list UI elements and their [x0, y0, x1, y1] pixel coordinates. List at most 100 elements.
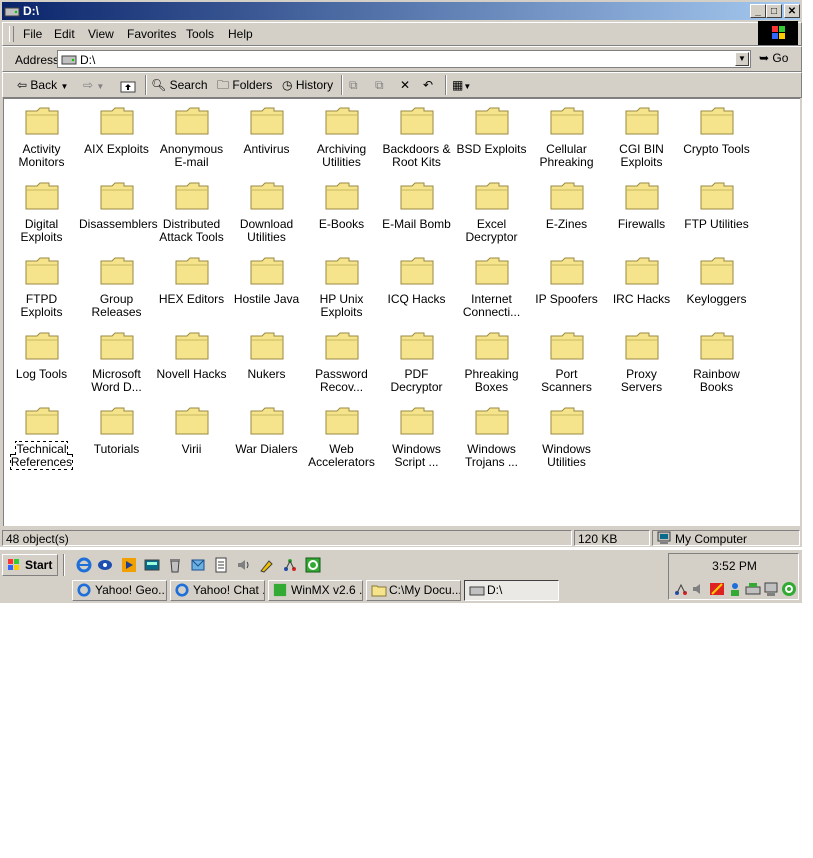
views-button[interactable]: ▦▼	[452, 76, 471, 94]
folder-item[interactable]: HEX Editors	[154, 251, 229, 321]
winmx-tray-icon[interactable]	[781, 581, 797, 597]
history-button[interactable]: ◷ History	[282, 76, 333, 94]
folder-label: War Dialers	[235, 442, 298, 456]
folder-item[interactable]: Windows Utilities	[529, 401, 604, 471]
folder-item[interactable]: IP Spoofers	[529, 251, 604, 321]
folder-item[interactable]: Log Tools	[4, 326, 79, 396]
maximize-button[interactable]: □	[766, 4, 782, 18]
calculator-icon[interactable]	[144, 557, 160, 573]
menu-tools[interactable]: Tools	[186, 27, 214, 41]
folder-item[interactable]: War Dialers	[229, 401, 304, 471]
minimize-button[interactable]: _	[750, 4, 766, 18]
folder-item[interactable]: Hostile Java	[229, 251, 304, 321]
folder-item[interactable]: FTP Utilities	[679, 176, 754, 246]
go-button[interactable]: ➥ Go	[759, 51, 788, 65]
toolbar-grip[interactable]	[9, 26, 14, 42]
notepad-icon[interactable]	[213, 557, 229, 573]
folder-item[interactable]: Port Scanners	[529, 326, 604, 396]
copy-to-button[interactable]: ⧉	[375, 76, 384, 94]
folder-item[interactable]: Microsoft Word D...	[79, 326, 154, 396]
folder-item[interactable]: Activity Monitors	[4, 101, 79, 171]
winmx-quicklaunch-icon[interactable]	[305, 557, 321, 573]
folder-item[interactable]: Crypto Tools	[679, 101, 754, 171]
up-button[interactable]	[120, 76, 136, 94]
ie-icon[interactable]	[76, 557, 92, 573]
folders-button[interactable]: 🗀 Folders	[217, 76, 272, 94]
folder-view[interactable]: Activity Monitors AIX Exploits Anonymous E…	[3, 98, 800, 526]
folder-item[interactable]: Nukers	[229, 326, 304, 396]
paint-tray-icon[interactable]	[709, 581, 725, 597]
folder-item[interactable]: Excel Decryptor	[454, 176, 529, 246]
folder-item[interactable]: Backdoors & Root Kits	[379, 101, 454, 171]
menu-favorites[interactable]: Favorites	[127, 27, 176, 41]
start-button[interactable]: Start	[2, 554, 58, 576]
undo-button[interactable]: ↶	[423, 76, 433, 94]
menu-edit[interactable]: Edit	[54, 27, 75, 41]
folder-item[interactable]: Disassemblers	[79, 176, 158, 246]
network-tray-icon[interactable]	[673, 581, 689, 597]
task-button[interactable]: Yahoo! Geo...	[72, 580, 167, 601]
folder-item[interactable]: FTPD Exploits	[4, 251, 79, 321]
folder-item[interactable]: Virii	[154, 401, 229, 471]
folder-item[interactable]: Antivirus	[229, 101, 304, 171]
volume-tray-icon[interactable]	[691, 581, 707, 597]
folder-item[interactable]: Phreaking Boxes	[454, 326, 529, 396]
folder-item[interactable]: Firewalls	[604, 176, 679, 246]
computer-tray-icon[interactable]	[763, 581, 779, 597]
folder-item[interactable]: Password Recov...	[304, 326, 379, 396]
folder-item[interactable]: AIX Exploits	[79, 101, 154, 171]
task-button[interactable]: WinMX v2.6 ...	[268, 580, 363, 601]
folder-item[interactable]: Internet Connecti...	[454, 251, 529, 321]
task-button[interactable]: Yahoo! Chat ...	[170, 580, 265, 601]
volume-icon[interactable]	[236, 557, 252, 573]
folder-item[interactable]: HP Unix Exploits	[304, 251, 379, 321]
folder-item[interactable]: Windows Trojans ...	[454, 401, 529, 471]
folder-item[interactable]: ICQ Hacks	[379, 251, 454, 321]
folder-item[interactable]: Rainbow Books	[679, 326, 754, 396]
folder-item[interactable]: Anonymous E-mail	[154, 101, 229, 171]
forward-button[interactable]: ⇨ ▼	[83, 76, 104, 94]
messenger-icon[interactable]	[97, 557, 113, 573]
folder-item[interactable]: Technical References	[4, 401, 79, 471]
menu-file[interactable]: File	[23, 27, 42, 41]
menu-view[interactable]: View	[88, 27, 114, 41]
folder-item[interactable]: Tutorials	[79, 401, 154, 471]
address-dropdown-button[interactable]: ▼	[735, 52, 749, 66]
delete-button[interactable]: ✕	[400, 76, 410, 94]
folder-item[interactable]: IRC Hacks	[604, 251, 679, 321]
folder-item[interactable]: Distributed Attack Tools	[154, 176, 229, 246]
recycle-icon[interactable]	[167, 557, 183, 573]
folder-item[interactable]: Cellular Phreaking	[529, 101, 604, 171]
folder-item[interactable]: Group Releases	[79, 251, 154, 321]
user-tray-icon[interactable]	[727, 581, 743, 597]
folder-item[interactable]: Keyloggers	[679, 251, 754, 321]
folder-item[interactable]: E-Mail Bomb	[379, 176, 454, 246]
title-bar[interactable]: D:\ _ □ ✕	[2, 2, 800, 20]
address-input[interactable]: D:\ ▼	[57, 50, 751, 68]
modem-tray-icon[interactable]	[745, 581, 761, 597]
folder-item[interactable]: PDF Decryptor	[379, 326, 454, 396]
folder-item[interactable]: E-Books	[304, 176, 379, 246]
folder-item[interactable]: Web Accelerators	[304, 401, 379, 471]
search-button[interactable]: 🔍︎ Search	[151, 76, 208, 94]
move-to-button[interactable]: ⧉	[349, 76, 358, 94]
folder-item[interactable]: Download Utilities	[229, 176, 304, 246]
network-icon[interactable]	[282, 557, 298, 573]
folder-item[interactable]: Novell Hacks	[154, 326, 229, 396]
folder-item[interactable]: BSD Exploits	[454, 101, 529, 171]
folder-item[interactable]: Windows Script ...	[379, 401, 454, 471]
media-player-icon[interactable]	[121, 557, 137, 573]
back-button[interactable]: ⇦ Back ▼	[17, 76, 68, 94]
task-button-active[interactable]: D:\	[464, 580, 559, 601]
task-button[interactable]: C:\My Docu...	[366, 580, 461, 601]
folder-item[interactable]: CGI BIN Exploits	[604, 101, 679, 171]
menu-help[interactable]: Help	[228, 27, 253, 41]
clock[interactable]: 3:52 PM	[669, 559, 800, 573]
folder-item[interactable]: Digital Exploits	[4, 176, 79, 246]
folder-item[interactable]: Archiving Utilities	[304, 101, 379, 171]
paint-icon[interactable]	[259, 557, 275, 573]
close-button[interactable]: ✕	[784, 4, 800, 18]
folder-item[interactable]: Proxy Servers	[604, 326, 679, 396]
folder-item[interactable]: E-Zines	[529, 176, 604, 246]
outlook-icon[interactable]	[190, 557, 206, 573]
